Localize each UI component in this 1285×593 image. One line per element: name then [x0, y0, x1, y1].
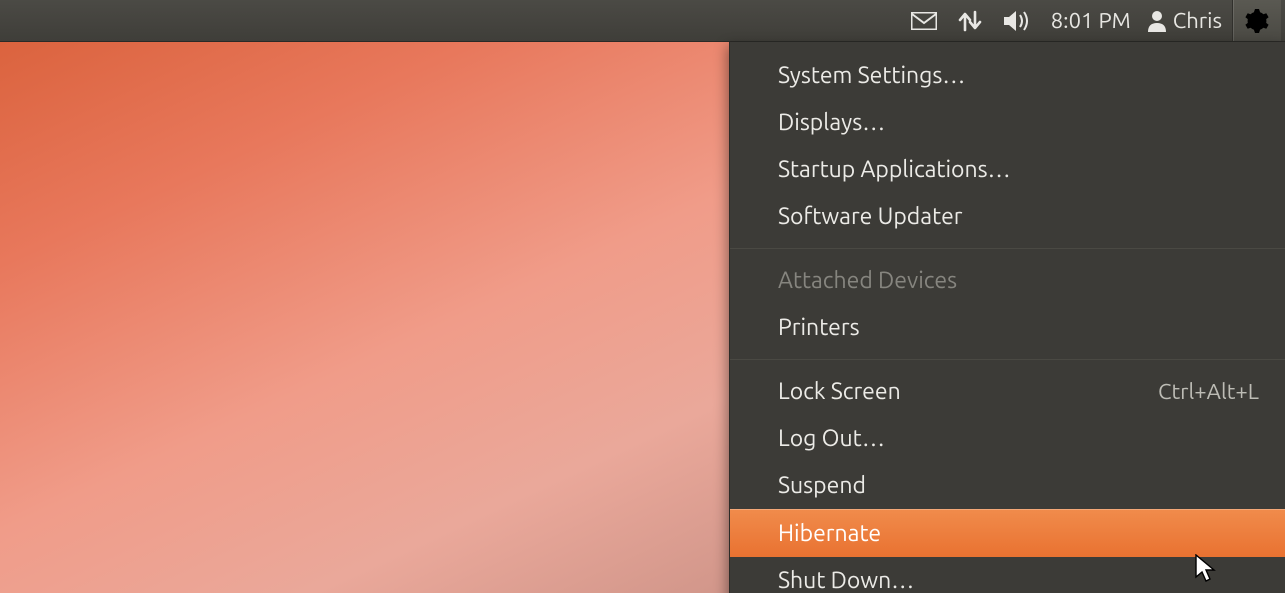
menu-item-system-settings[interactable]: System Settings… — [730, 52, 1285, 99]
network-arrows-icon — [957, 10, 983, 32]
menu-item-startup-applications[interactable]: Startup Applications… — [730, 146, 1285, 193]
mail-icon — [911, 12, 937, 30]
clock-indicator[interactable]: 8:01 PM — [1041, 0, 1141, 41]
sound-indicator[interactable] — [993, 0, 1041, 41]
network-indicator[interactable] — [947, 0, 993, 41]
menu-label: Startup Applications… — [778, 154, 1011, 185]
menu-label: System Settings… — [778, 60, 965, 91]
session-indicator[interactable] — [1232, 0, 1281, 41]
mail-indicator[interactable] — [901, 0, 947, 41]
menu-item-displays[interactable]: Displays… — [730, 99, 1285, 146]
menu-item-printers[interactable]: Printers — [730, 304, 1285, 351]
menu-label: Attached Devices — [778, 265, 957, 296]
menu-label: Displays… — [778, 107, 885, 138]
user-name: Chris — [1173, 8, 1222, 33]
top-panel: 8:01 PM Chris — [0, 0, 1285, 42]
menu-separator — [730, 248, 1285, 249]
menu-label: Printers — [778, 312, 860, 343]
menu-item-software-updater[interactable]: Software Updater — [730, 193, 1285, 240]
clock-text: 8:01 PM — [1051, 8, 1131, 33]
menu-item-lock-screen[interactable]: Lock Screen Ctrl+Alt+L — [730, 368, 1285, 415]
gear-icon — [1245, 9, 1269, 33]
menu-item-hibernate[interactable]: Hibernate — [730, 509, 1285, 557]
session-menu: System Settings… Displays… Startup Appli… — [729, 42, 1285, 593]
menu-accelerator: Ctrl+Alt+L — [1158, 377, 1259, 407]
menu-label: Log Out… — [778, 423, 885, 454]
menu-label: Software Updater — [778, 201, 962, 232]
user-icon — [1147, 10, 1167, 32]
speaker-icon — [1003, 10, 1031, 32]
menu-label: Hibernate — [778, 518, 881, 549]
menu-item-suspend[interactable]: Suspend — [730, 462, 1285, 509]
menu-separator — [730, 359, 1285, 360]
menu-label: Shut Down… — [778, 565, 914, 593]
desktop-wallpaper — [0, 42, 729, 593]
menu-item-shut-down[interactable]: Shut Down… — [730, 557, 1285, 593]
menu-label: Lock Screen — [778, 376, 901, 407]
menu-header-attached-devices: Attached Devices — [730, 257, 1285, 304]
menu-label: Suspend — [778, 470, 866, 501]
user-indicator[interactable]: Chris — [1141, 0, 1232, 41]
menu-item-log-out[interactable]: Log Out… — [730, 415, 1285, 462]
